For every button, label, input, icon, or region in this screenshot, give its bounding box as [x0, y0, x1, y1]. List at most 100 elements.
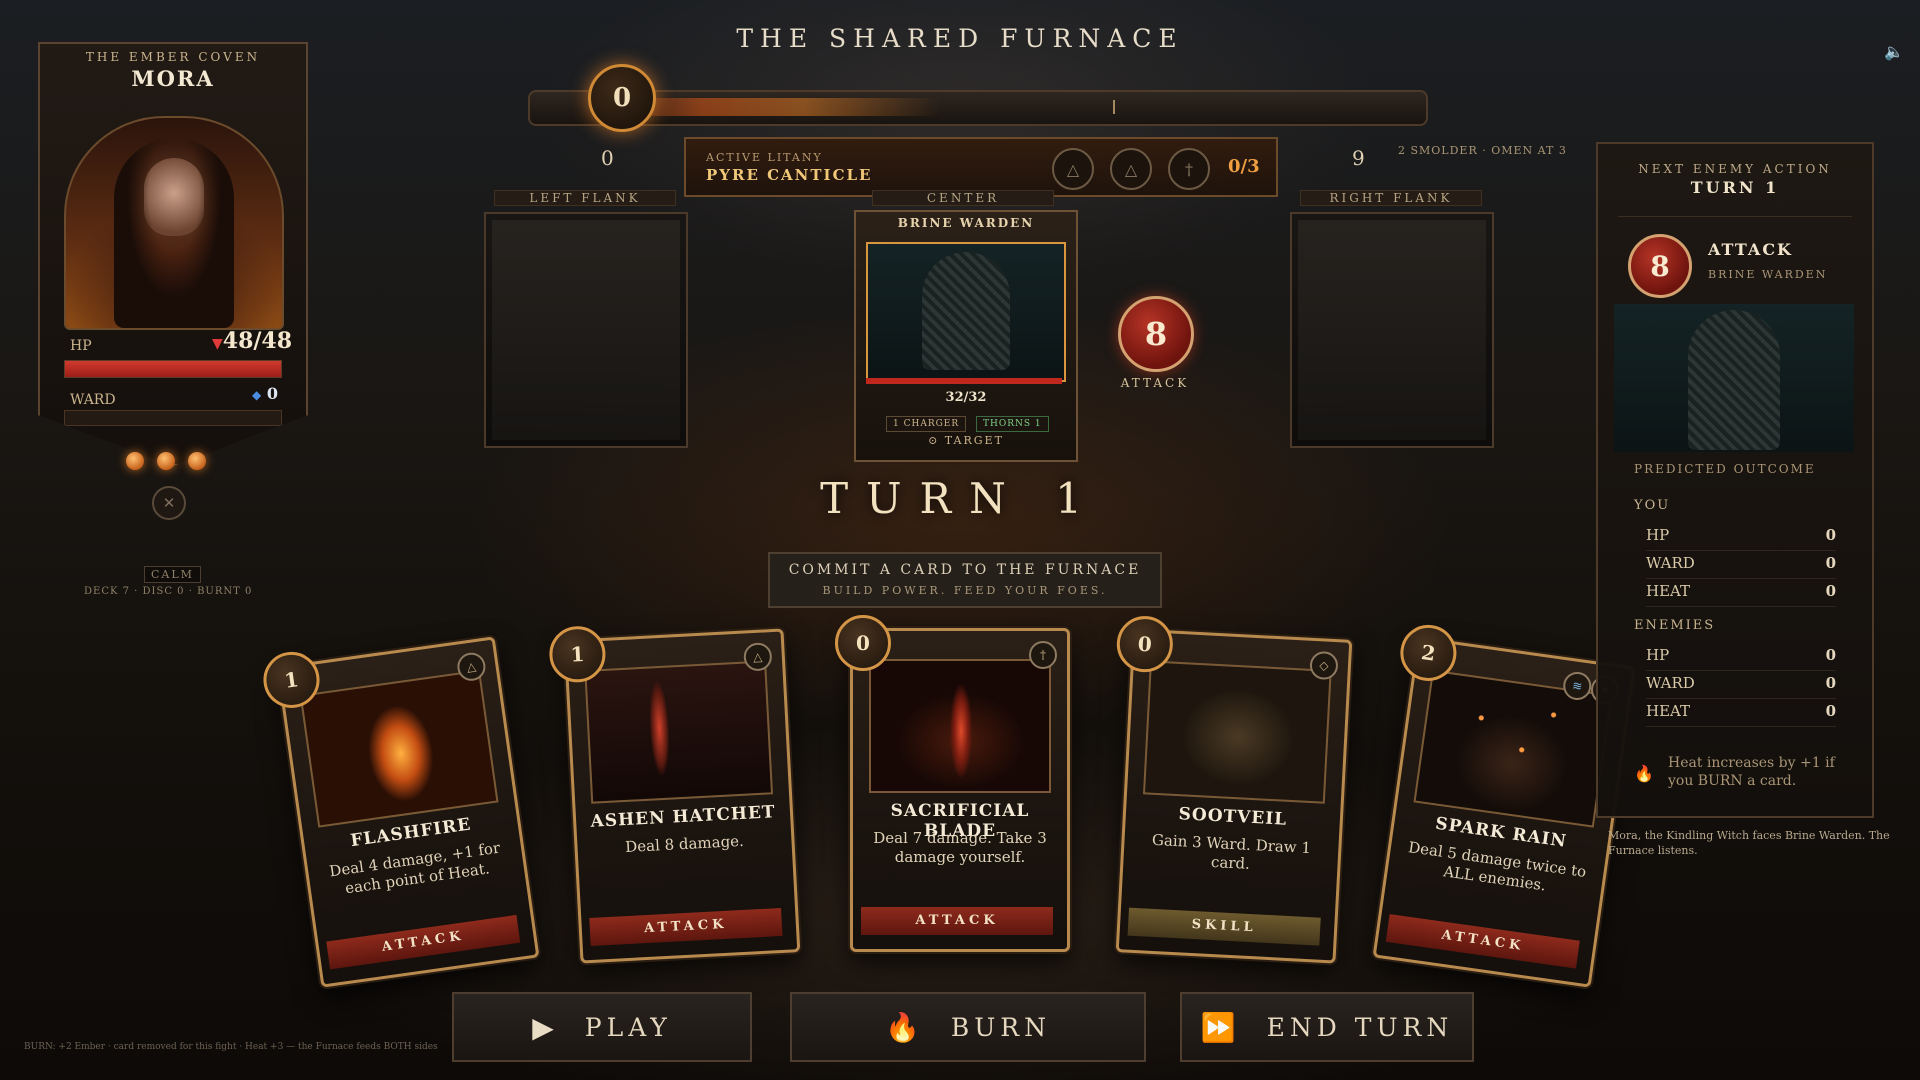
active-litany-panel: ACTIVE LITANY PYRE CANTICLE △ △ † 0/3 [684, 137, 1278, 197]
crossed-sigil-icon[interactable]: ✕ [152, 486, 186, 520]
player-ward-bar [64, 410, 282, 426]
omen-text: 2 SMOLDER · OMEN AT 3 [1398, 144, 1567, 157]
ember-orb [126, 452, 144, 470]
deck-counts: DECK 7 · DISC 0 · BURNT 0 [84, 586, 253, 597]
card-description: Deal 8 damage. [624, 831, 745, 857]
center-label: CENTER [872, 190, 1054, 206]
rune-triangle-icon: △ [1052, 148, 1094, 190]
next-action-value: 8 [1628, 234, 1692, 298]
enemy-intent-badge: 8 [1118, 296, 1194, 372]
diamond-icon: ◇ [1309, 650, 1339, 681]
next-action-type: ATTACK [1708, 240, 1793, 259]
narration-text: Mora, the Kindling Witch faces Brine War… [1608, 829, 1890, 857]
card-sacrificial-blade[interactable]: 0 † SACRIFICIAL BLADE Deal 7 damage. Tak… [835, 615, 1070, 952]
enemy-helm [922, 252, 1010, 370]
litany-progress: 0/3 [1228, 156, 1260, 177]
right-flank-slot[interactable] [1290, 212, 1494, 448]
burn-button[interactable]: 🔥 BURN [790, 992, 1146, 1062]
commit-subtitle: BUILD POWER. FEED YOUR FOES. [822, 584, 1108, 597]
hp-number: 48/48 [222, 328, 293, 354]
ward-diamond-icon: ◆ [252, 388, 262, 402]
player-faction: THE EMBER COVEN [85, 50, 261, 64]
row-label: HP [1646, 526, 1670, 544]
card-art-veil [1142, 660, 1332, 804]
you-hp-row: HP 0 [1646, 526, 1836, 551]
enemy-helm [1688, 310, 1780, 450]
left-flank-slot[interactable] [484, 212, 688, 448]
next-action-source: BRINE WARDEN [1708, 268, 1828, 281]
row-value: 0 [1825, 526, 1836, 544]
card-art-blade [869, 659, 1051, 793]
card-name: ASHEN HATCHET [590, 802, 777, 832]
card-sootveil[interactable]: 0 ◇ SOOTVEIL Gain 3 Ward. Draw 1 card. S… [1115, 614, 1353, 964]
heat-note: Heat increases by +1 if you BURN a card. [1668, 755, 1835, 789]
furnace-min-label: 0 [601, 146, 614, 170]
target-indicator: ⊙ TARGET [928, 434, 1004, 447]
card-type: ATTACK [861, 907, 1053, 935]
commit-banner: COMMIT A CARD TO THE FURNACE BUILD POWER… [768, 552, 1162, 608]
next-enemy-action-panel: NEXT ENEMY ACTION TURN 1 8 ATTACK BRINE … [1596, 142, 1874, 818]
player-hp-value: ▼48/48 [212, 328, 292, 354]
enemy-portrait [866, 242, 1066, 382]
ward-number: 0 [266, 384, 278, 403]
row-label: HEAT [1646, 582, 1691, 600]
player-portrait [64, 116, 284, 330]
row-value: 0 [1825, 582, 1836, 600]
enemies-ward-row: WARD 0 [1646, 674, 1836, 699]
card-ashen-hatchet[interactable]: 1 △ ASHEN HATCHET Deal 8 damage. ATTACK [548, 624, 801, 964]
card-description: Gain 3 Ward. Draw 1 card. [1151, 830, 1312, 873]
enemies-heat-row: HEAT 0 [1646, 702, 1836, 727]
row-value: 0 [1825, 554, 1836, 572]
card-type: SKILL [1127, 907, 1321, 946]
row-label: HP [1646, 646, 1670, 664]
next-action-heading: NEXT ENEMY ACTION [1638, 162, 1832, 176]
play-label: PLAY [584, 1012, 672, 1042]
burn-rules-note: BURN: +2 Ember · card removed for this f… [24, 1042, 438, 1052]
player-ward-value: ◆ 0 [252, 384, 278, 403]
row-label: WARD [1646, 674, 1695, 692]
enemies-hp-row: HP 0 [1646, 646, 1836, 671]
card-art-hatchet [584, 660, 774, 804]
enemy-card[interactable]: BRINE WARDEN 32/32 1 CHARGER THORNS 1 ⊙ … [854, 210, 1078, 462]
card-type: ATTACK [1385, 914, 1580, 969]
you-ward-row: WARD 0 [1646, 554, 1836, 579]
heat-flame-icon: 🔥 [1634, 764, 1654, 783]
end-turn-label: END TURN [1266, 1012, 1454, 1042]
enemy-hp-bar [866, 378, 1062, 384]
play-button[interactable]: ▶ PLAY [452, 992, 752, 1062]
ember-orb [157, 452, 175, 470]
litany-name: PYRE CANTICLE [706, 166, 873, 184]
card-art-flame [299, 669, 499, 828]
fast-forward-icon: ⏩ [1200, 1010, 1241, 1044]
next-action-enemy-portrait [1614, 304, 1854, 452]
card-type: ATTACK [589, 907, 783, 946]
right-flank-label: RIGHT FLANK [1300, 190, 1482, 206]
card-flashfire[interactable]: 1 △ FLASHFIRE Deal 4 damage, +1 for each… [259, 636, 540, 988]
ember-orb [188, 452, 206, 470]
enemy-name: BRINE WARDEN [897, 216, 1035, 230]
player-hp-label: HP [70, 338, 92, 354]
play-icon: ▶ [532, 1010, 559, 1044]
row-label: WARD [1646, 554, 1695, 572]
end-turn-button[interactable]: ⏩ END TURN [1180, 992, 1474, 1062]
row-label: HEAT [1646, 702, 1691, 720]
portrait-hood [114, 138, 234, 328]
row-value: 0 [1825, 702, 1836, 720]
dagger-icon: † [1029, 641, 1057, 669]
triangle-icon: △ [743, 642, 773, 672]
card-cost: 0 [835, 615, 891, 671]
player-hp-fill [65, 361, 281, 377]
furnace-power-counter: 0 [588, 64, 656, 132]
player-panel: THE EMBER COVEN MORA HP ▼48/48 WARD ◆ 0 [38, 42, 308, 466]
rune-triangle-icon: △ [1110, 148, 1152, 190]
you-heat-row: HEAT 0 [1646, 582, 1836, 607]
flame-icon: 🔥 [884, 1010, 925, 1044]
litany-label: ACTIVE LITANY [706, 151, 823, 164]
predicted-outcome-label: PREDICTED OUTCOME [1634, 462, 1816, 476]
heart-icon: ▼ [212, 336, 223, 352]
furnace-midpoint-tick [1113, 100, 1115, 114]
player-ward-label: WARD [70, 392, 116, 408]
rune-dagger-icon: † [1168, 148, 1210, 190]
enemy-tag-thorns: THORNS 1 [976, 416, 1049, 432]
burn-label: BURN [950, 1012, 1051, 1042]
